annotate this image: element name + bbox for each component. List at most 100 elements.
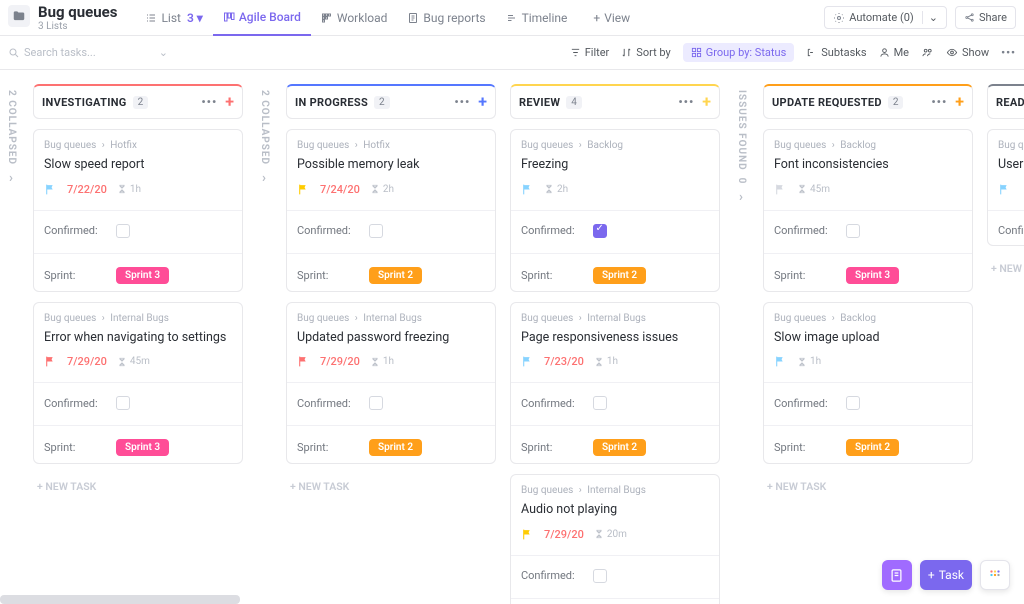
hourglass-icon <box>370 357 380 367</box>
column-more-menu[interactable]: ••• <box>931 95 947 109</box>
task-title: Updated password freezing <box>297 330 485 346</box>
confirmed-checkbox[interactable] <box>846 224 860 238</box>
flag-icon <box>521 355 534 368</box>
sort-button[interactable]: Sort by <box>621 46 670 59</box>
new-task-button[interactable]: + NEW TA <box>987 256 1024 281</box>
subtasks-button[interactable]: Subtasks <box>806 46 866 59</box>
confirmed-checkbox[interactable] <box>846 396 860 410</box>
hourglass-icon <box>594 357 604 367</box>
confirmed-checkbox[interactable] <box>369 396 383 410</box>
column-add-button[interactable]: + <box>225 94 234 110</box>
column-update-requested: UPDATE REQUESTED 2 ••• + Bug queues › Ba… <box>763 84 973 539</box>
new-task-button[interactable]: + NEW TASK <box>763 474 973 499</box>
title-block: Bug queues 3 Lists <box>8 3 117 32</box>
hourglass-icon <box>117 184 127 194</box>
confirmed-checkbox[interactable] <box>593 224 607 238</box>
column-review: REVIEW 4 ••• + Bug queues › Backlog Free… <box>510 84 720 604</box>
column-header: REVIEW 4 ••• + <box>510 84 720 119</box>
column-more-menu[interactable]: ••• <box>201 95 217 109</box>
view-tab-list[interactable]: List3 ▾ <box>135 0 212 36</box>
task-card[interactable]: Bug queues › Hotfix Possible memory leak… <box>286 129 496 292</box>
task-estimate: 1h <box>797 356 821 367</box>
collapsed-column[interactable]: 2 COLLAPSED› <box>4 84 19 192</box>
view-tab-timeline[interactable]: Timeline <box>496 0 578 36</box>
column-add-button[interactable]: + <box>478 94 487 110</box>
sprint-tag[interactable]: Sprint 3 <box>846 267 899 284</box>
chevron-right-icon: › <box>262 171 267 186</box>
confirmed-checkbox[interactable] <box>593 396 607 410</box>
show-button[interactable]: Show <box>946 46 989 59</box>
flag-icon <box>521 183 534 196</box>
confirmed-checkbox[interactable] <box>593 569 607 583</box>
flag-icon <box>297 355 310 368</box>
confirmed-checkbox[interactable] <box>116 224 130 238</box>
task-title: Slow speed report <box>44 157 232 173</box>
group-by-button[interactable]: Group by: Status <box>683 43 795 62</box>
column-investigating: INVESTIGATING 2 ••• + Bug queues › Hotfi… <box>33 84 243 539</box>
sprint-tag[interactable]: Sprint 3 <box>116 267 169 284</box>
task-title: Error when navigating to settings <box>44 330 232 346</box>
horizontal-scrollbar[interactable] <box>0 595 240 604</box>
breadcrumb: Bug queues › Hotfix <box>44 140 232 151</box>
sprint-field: Sprint: Sprint 3 <box>44 260 232 291</box>
chevron-down-icon[interactable]: ⌄ <box>922 11 938 24</box>
notepad-fab[interactable] <box>882 560 912 590</box>
task-meta: 7/29/20 45m <box>44 351 232 374</box>
task-meta: 7/29/20 1h <box>297 351 485 374</box>
column-more-menu[interactable]: ••• <box>454 95 470 109</box>
sprint-tag[interactable]: Sprint 2 <box>369 267 422 284</box>
share-button[interactable]: Share <box>955 6 1016 29</box>
chevron-down-icon[interactable]: ⌄ <box>159 46 168 59</box>
confirmed-checkbox[interactable] <box>116 396 130 410</box>
filter-icon <box>570 47 581 58</box>
sprint-field: Sprint: Sprint 2 <box>774 432 962 463</box>
apps-fab[interactable] <box>980 560 1010 590</box>
automate-button[interactable]: Automate (0) ⌄ <box>824 6 947 29</box>
new-task-fab[interactable]: +Task <box>920 560 972 590</box>
filter-button[interactable]: Filter <box>570 46 610 59</box>
column-more-menu[interactable]: ••• <box>678 95 694 109</box>
sprint-tag[interactable]: Sprint 2 <box>593 439 646 456</box>
column-cards: Bug queues › Hotfix Possible memory leak… <box>286 129 496 539</box>
task-card[interactable]: Bug queues › Internal Bugs Updated passw… <box>286 302 496 465</box>
sprint-tag[interactable]: Sprint 2 <box>593 267 646 284</box>
search-input[interactable]: Search tasks... ⌄ <box>8 46 168 59</box>
fab-row: +Task <box>882 560 1010 590</box>
sprint-tag[interactable]: Sprint 3 <box>116 439 169 456</box>
folder-icon <box>8 5 30 27</box>
sprint-tag[interactable]: Sprint 2 <box>846 439 899 456</box>
task-card[interactable]: Bug queues › Backlog Slow image upload 1… <box>763 302 973 465</box>
task-estimate: 1h <box>117 184 141 195</box>
filter-bar: Search tasks... ⌄ Filter Sort by Group b… <box>0 36 1024 70</box>
view-tab-bug-reports[interactable]: Bug reports <box>397 0 495 36</box>
column-add-button[interactable]: + <box>702 94 711 110</box>
column-add-button[interactable]: + <box>955 94 964 110</box>
assignees-button[interactable] <box>921 47 934 58</box>
confirmed-field: Confirmed: <box>44 217 232 245</box>
confirmed-checkbox[interactable] <box>369 224 383 238</box>
task-card[interactable]: Bug queues › Hotfix Slow speed report 7/… <box>33 129 243 292</box>
task-card[interactable]: Bug queues › Internal Bugs Page responsi… <box>510 302 720 465</box>
task-card[interactable]: Bug queues Usernam Confirmed: <box>987 129 1024 246</box>
sprint-tag[interactable]: Sprint 2 <box>369 439 422 456</box>
confirmed-field: Confirmed: <box>998 217 1024 245</box>
task-card[interactable]: Bug queues › Backlog Font inconsistencie… <box>763 129 973 292</box>
task-meta: 7/24/20 2h <box>297 179 485 202</box>
task-title: Slow image upload <box>774 330 962 346</box>
workload-icon <box>321 12 333 24</box>
view-tab-agile-board[interactable]: Agile Board <box>213 0 311 36</box>
collapsed-column[interactable]: 2 COLLAPSED› <box>257 84 272 192</box>
me-button[interactable]: Me <box>879 46 909 59</box>
add-view-button[interactable]: +View <box>583 0 640 36</box>
confirmed-field: Confirmed: <box>521 562 709 590</box>
task-card[interactable]: Bug queues › Internal Bugs Audio not pla… <box>510 474 720 604</box>
board-scroll[interactable]: 2 COLLAPSED› INVESTIGATING 2 ••• + Bug q… <box>0 70 1024 604</box>
new-task-button[interactable]: + NEW TASK <box>33 474 243 499</box>
view-tab-workload[interactable]: Workload <box>311 0 398 36</box>
task-card[interactable]: Bug queues › Backlog Freezing 2h Confirm… <box>510 129 720 292</box>
task-card[interactable]: Bug queues › Internal Bugs Error when na… <box>33 302 243 465</box>
more-menu[interactable]: ••• <box>1001 46 1016 59</box>
new-task-button[interactable]: + NEW TASK <box>286 474 496 499</box>
collapsed-column[interactable]: ISSUES FOUND 0› <box>734 84 749 211</box>
breadcrumb: Bug queues › Internal Bugs <box>521 313 709 324</box>
